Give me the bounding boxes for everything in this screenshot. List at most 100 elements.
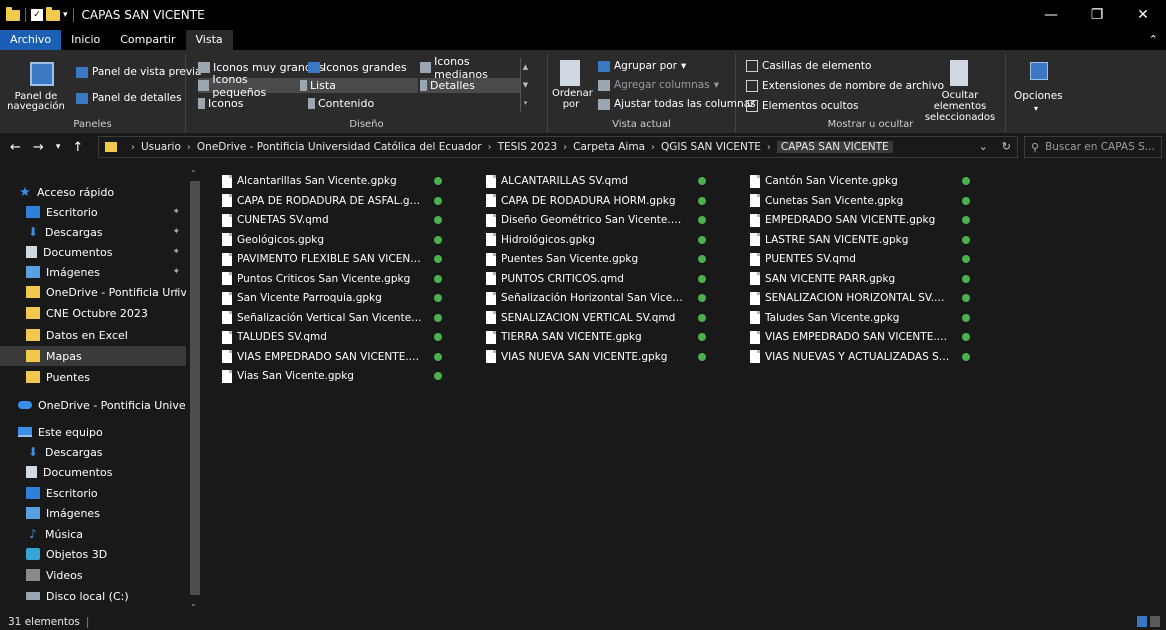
checkbox-file-extensions[interactable]: [746, 80, 758, 92]
back-arrow-icon[interactable]: ←: [10, 140, 21, 155]
add-columns-button[interactable]: Agregar columnas ▾: [598, 79, 719, 91]
pin-icon[interactable]: ✦: [172, 227, 180, 237]
group-by-button[interactable]: Agrupar por ▾: [598, 60, 686, 72]
address-bar[interactable]: › Usuario › OneDrive - Pontificia Univer…: [98, 136, 1018, 158]
navigation-pane-scrollbar[interactable]: [190, 181, 200, 595]
hidden-items-toggle[interactable]: ✓ Elementos ocultos: [746, 100, 858, 112]
large-icons-view-icon[interactable]: [1150, 616, 1160, 627]
chevron-right-icon[interactable]: ›: [767, 142, 771, 153]
checkbox-hidden-items[interactable]: ✓: [746, 100, 758, 112]
scroll-down-icon[interactable]: ⌄: [190, 599, 197, 608]
nav-quick-access[interactable]: ★ Acceso rápido: [0, 182, 186, 202]
new-folder-icon[interactable]: [46, 6, 60, 21]
nav-pc-musica[interactable]: ♪ Música: [0, 524, 186, 544]
file-item[interactable]: CAPA DE RODADURA DE ASFAL.gpkg: [222, 191, 462, 211]
chevron-right-icon[interactable]: ›: [131, 142, 135, 153]
fit-columns-button[interactable]: Ajustar todas las columnas: [598, 98, 756, 110]
layout-medium-icons[interactable]: Iconos medianos: [420, 55, 520, 81]
layout-details[interactable]: Detalles: [420, 78, 520, 93]
pin-icon[interactable]: ✦: [172, 267, 180, 277]
options-button[interactable]: Opciones: [1014, 90, 1063, 102]
layout-gallery-scroll[interactable]: ▲ ▼ ▾: [520, 58, 530, 112]
file-item[interactable]: PUNTOS CRITICOS.qmd: [486, 269, 726, 289]
recent-locations-icon[interactable]: ▾: [56, 142, 61, 152]
nav-quick-datos-excel[interactable]: Datos en Excel: [0, 325, 186, 345]
expand-gallery-icon[interactable]: ▾: [521, 94, 530, 112]
details-pane-button[interactable]: Panel de detalles: [76, 92, 182, 104]
nav-this-pc[interactable]: Este equipo: [0, 422, 186, 442]
nav-quick-descargas[interactable]: ⬇ Descargas ✦: [0, 222, 186, 242]
nav-quick-onedrive[interactable]: OneDrive - Pontificia Unive ✦: [0, 282, 186, 302]
restore-button[interactable]: ❐: [1074, 0, 1120, 30]
breadcrumb-usuario[interactable]: Usuario: [141, 141, 181, 153]
chevron-right-icon[interactable]: ›: [488, 142, 492, 153]
nav-pc-escritorio[interactable]: Escritorio: [0, 483, 186, 503]
nav-quick-documentos[interactable]: Documentos ✦: [0, 242, 186, 262]
file-item[interactable]: Cunetas San Vicente.gpkg: [750, 191, 990, 211]
breadcrumb-carpeta-aima[interactable]: Carpeta Aima: [573, 141, 645, 153]
file-item[interactable]: Diseño Geométrico San Vicente.gpkg: [486, 210, 726, 230]
navigation-pane-icon[interactable]: [30, 62, 54, 86]
layout-large-icons[interactable]: Iconos grandes: [308, 60, 407, 75]
file-item[interactable]: SEÑALIZACION VERTICAL SV.qmd: [486, 308, 726, 328]
scroll-up-icon[interactable]: ⌃: [190, 169, 197, 178]
file-item[interactable]: VIAS NUEVAS Y ACTUALIZADAS SV....: [750, 347, 990, 367]
file-item[interactable]: TIERRA SAN VICENTE.gpkg: [486, 327, 726, 347]
options-chevron-icon[interactable]: ▾: [1034, 104, 1038, 113]
file-item[interactable]: Cantón San Vicente.gpkg: [750, 171, 990, 191]
tab-vista[interactable]: Vista: [185, 30, 233, 50]
preview-pane-button[interactable]: Panel de vista previa: [76, 66, 201, 78]
breadcrumb-current[interactable]: CAPAS SAN VICENTE: [776, 141, 893, 153]
search-input[interactable]: ⚲ Buscar en CAPAS S...: [1024, 136, 1162, 158]
item-checkboxes-toggle[interactable]: Casillas de elemento: [746, 60, 871, 72]
nav-onedrive[interactable]: OneDrive - Pontificia Universida: [0, 395, 186, 415]
hide-selected-icon[interactable]: [950, 60, 968, 86]
nav-pc-documentos[interactable]: Documentos: [0, 462, 186, 482]
file-item[interactable]: VIAS EMPEDRADO SAN VICENTE.q...: [222, 347, 462, 367]
tab-inicio[interactable]: Inicio: [61, 30, 110, 50]
file-item[interactable]: SEÑALIZACIÓN HORIZONTAL SV.q...: [750, 288, 990, 308]
file-item[interactable]: CAPA DE RODADURA HORM.gpkg: [486, 191, 726, 211]
nav-pc-disco-local[interactable]: Disco local (C:): [0, 586, 186, 606]
scroll-down-icon[interactable]: ▼: [521, 76, 530, 94]
properties-check-icon[interactable]: ✓: [31, 9, 43, 21]
file-item[interactable]: SAN VICENTE PARR.gpkg: [750, 269, 990, 289]
breadcrumb-tesis[interactable]: TESIS 2023: [498, 141, 558, 153]
layout-small-icons[interactable]: Iconos pequeños: [198, 73, 300, 99]
collapse-ribbon-icon[interactable]: ⌃: [1149, 33, 1158, 46]
file-item[interactable]: Alcantarillas San Vicente.gpkg: [222, 171, 462, 191]
checkbox-item-checkboxes[interactable]: [746, 60, 758, 72]
file-item[interactable]: Geológicos.gpkg: [222, 230, 462, 250]
file-item[interactable]: Puntos Criticos San Vicente.gpkg: [222, 269, 462, 289]
close-button[interactable]: ✕: [1120, 0, 1166, 30]
up-arrow-icon[interactable]: ↑: [72, 140, 83, 155]
details-view-icon[interactable]: [1137, 616, 1147, 627]
file-item[interactable]: EMPEDRADO SAN VICENTE.gpkg: [750, 210, 990, 230]
file-item[interactable]: Señalización Vertical San Vicente.gp...: [222, 308, 462, 328]
nav-quick-escritorio[interactable]: Escritorio ✦: [0, 202, 186, 222]
nav-pc-objetos-3d[interactable]: Objetos 3D: [0, 544, 186, 564]
layout-list[interactable]: Lista: [300, 78, 418, 93]
file-item[interactable]: San Vicente Parroquia.gpkg: [222, 288, 462, 308]
tab-archivo[interactable]: Archivo: [0, 30, 62, 50]
scroll-up-icon[interactable]: ▲: [521, 58, 530, 76]
nav-pc-videos[interactable]: Videos: [0, 565, 186, 585]
file-item[interactable]: Taludes San Vicente.gpkg: [750, 308, 990, 328]
breadcrumb-qgis[interactable]: QGIS SAN VICENTE: [661, 141, 761, 153]
tab-compartir[interactable]: Compartir: [110, 30, 185, 50]
nav-pc-descargas[interactable]: ⬇ Descargas: [0, 442, 186, 462]
layout-icons[interactable]: Iconos: [198, 96, 243, 111]
customize-toolbar-dropdown-icon[interactable]: ▾: [63, 10, 68, 20]
file-extensions-toggle[interactable]: Extensiones de nombre de archivo: [746, 80, 944, 92]
file-item[interactable]: Señalización Horizontal San Vicente...: [486, 288, 726, 308]
file-item[interactable]: TALUDES SV.qmd: [222, 327, 462, 347]
file-item[interactable]: Vias San Vicente.gpkg: [222, 366, 462, 386]
refresh-icon[interactable]: ↻: [1002, 140, 1011, 153]
nav-quick-imagenes[interactable]: Imágenes ✦: [0, 262, 186, 282]
file-item[interactable]: PAVIMENTO FLEXIBLE SAN VICENTE...: [222, 249, 462, 269]
chevron-right-icon[interactable]: ›: [651, 142, 655, 153]
file-item[interactable]: CUNETAS SV.qmd: [222, 210, 462, 230]
chevron-right-icon[interactable]: ›: [187, 142, 191, 153]
file-item[interactable]: ALCANTARILLAS SV.qmd: [486, 171, 726, 191]
options-icon[interactable]: [1030, 62, 1048, 80]
